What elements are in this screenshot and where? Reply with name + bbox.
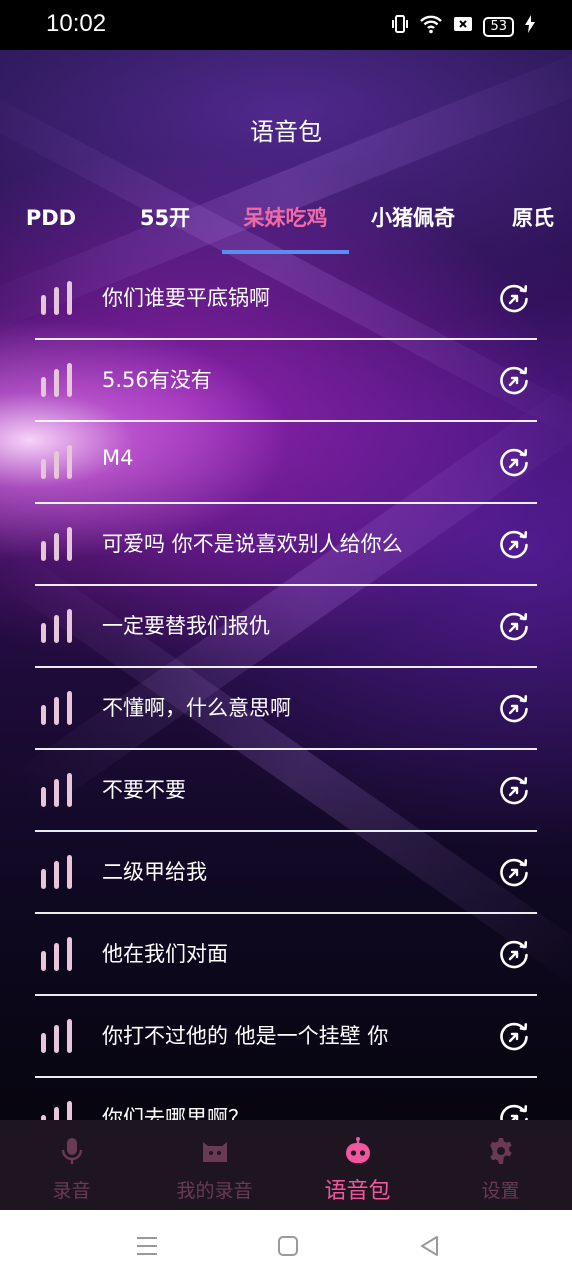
sound-bars-icon xyxy=(41,445,75,479)
charging-icon xyxy=(524,14,536,39)
back-icon[interactable] xyxy=(416,1232,444,1260)
clip-label: 一定要替我们报仇 xyxy=(102,614,270,638)
clip-label: M4 xyxy=(102,446,134,470)
list-item[interactable]: 你们谁要平底锅啊 xyxy=(35,258,537,340)
list-item[interactable]: 不要不要 xyxy=(35,750,537,832)
replay-icon[interactable] xyxy=(497,938,531,972)
replay-icon[interactable] xyxy=(497,364,531,398)
sound-bars-icon xyxy=(41,937,75,971)
list-item[interactable]: 5.56有没有 xyxy=(35,340,537,422)
list-item[interactable]: M4 xyxy=(35,422,537,504)
sound-bars-icon xyxy=(41,363,75,397)
clip-label: 他在我们对面 xyxy=(102,942,228,966)
status-bar: 10:02 53 xyxy=(0,0,572,50)
active-tab-indicator xyxy=(222,250,349,254)
sim-disabled-icon xyxy=(453,14,473,39)
sound-bars-icon xyxy=(41,855,75,889)
page-title: 语音包 xyxy=(250,118,322,146)
replay-icon[interactable] xyxy=(497,856,531,890)
clip-label: 不要不要 xyxy=(102,778,186,802)
home-icon[interactable] xyxy=(274,1232,302,1260)
wifi-icon xyxy=(419,14,443,39)
replay-icon[interactable] xyxy=(497,282,531,316)
nav-my-recordings[interactable]: 我的录音 xyxy=(143,1120,286,1210)
replay-icon[interactable] xyxy=(497,1020,531,1054)
clip-label: 不懂啊，什么意思啊 xyxy=(102,696,291,720)
bot-face-icon xyxy=(345,1137,370,1163)
category-tabs: PDD 55开 呆妹吃鸡 小猪佩奇 原氏 xyxy=(0,200,572,256)
nav-voice-packs[interactable]: 语音包 xyxy=(286,1120,429,1210)
bottom-nav: 录音 我的录音 语音包 设置 xyxy=(0,1120,572,1210)
nav-settings[interactable]: 设置 xyxy=(429,1120,572,1210)
nav-record[interactable]: 录音 xyxy=(0,1120,143,1210)
list-item[interactable]: 一定要替我们报仇 xyxy=(35,586,537,668)
list-item[interactable]: 你打不过他的 他是一个挂壁 你 xyxy=(35,996,537,1078)
sound-bars-icon xyxy=(41,1019,75,1053)
voice-clip-list: 你们谁要平底锅啊 5.56有没有 M4 可爱吗 你不是说喜欢别人给你么 一定要替… xyxy=(35,258,537,1158)
tab-pdd[interactable]: PDD xyxy=(14,200,88,240)
list-item[interactable]: 可爱吗 你不是说喜欢别人给你么 xyxy=(35,504,537,586)
vibrate-icon xyxy=(391,14,409,39)
list-item[interactable]: 他在我们对面 xyxy=(35,914,537,996)
replay-icon[interactable] xyxy=(497,692,531,726)
clip-label: 5.56有没有 xyxy=(102,368,212,392)
status-time: 10:02 xyxy=(46,10,107,37)
replay-icon[interactable] xyxy=(497,610,531,644)
folder-cat-icon xyxy=(202,1142,227,1162)
gear-icon xyxy=(489,1138,512,1164)
tab-yuanshi[interactable]: 原氏 xyxy=(496,200,572,240)
microphone-icon xyxy=(61,1138,82,1164)
list-item[interactable]: 二级甲给我 xyxy=(35,832,537,914)
clip-label: 你打不过他的 他是一个挂壁 你 xyxy=(102,1024,389,1048)
replay-icon[interactable] xyxy=(497,446,531,480)
sound-bars-icon xyxy=(41,773,75,807)
battery-indicator: 53 xyxy=(483,16,514,37)
system-nav-bar xyxy=(0,1210,572,1280)
nav-label: 我的录音 xyxy=(176,1180,253,1202)
clip-label: 可爱吗 你不是说喜欢别人给你么 xyxy=(102,532,403,556)
tab-55kai[interactable]: 55开 xyxy=(120,200,210,240)
menu-icon[interactable] xyxy=(133,1232,161,1260)
clip-label: 你们谁要平底锅啊 xyxy=(102,286,270,310)
nav-label: 录音 xyxy=(52,1180,91,1202)
list-item[interactable]: 不懂啊，什么意思啊 xyxy=(35,668,537,750)
tab-daimei[interactable]: 呆妹吃鸡 xyxy=(222,200,349,240)
status-icons: 53 xyxy=(391,14,536,39)
sound-bars-icon xyxy=(41,609,75,643)
clip-label: 二级甲给我 xyxy=(102,860,207,884)
nav-label: 设置 xyxy=(481,1180,520,1202)
tab-peppa[interactable]: 小猪佩奇 xyxy=(362,200,464,240)
nav-label: 语音包 xyxy=(324,1179,391,1204)
replay-icon[interactable] xyxy=(497,774,531,808)
sound-bars-icon xyxy=(41,281,75,315)
sound-bars-icon xyxy=(41,527,75,561)
replay-icon[interactable] xyxy=(497,528,531,562)
sound-bars-icon xyxy=(41,691,75,725)
